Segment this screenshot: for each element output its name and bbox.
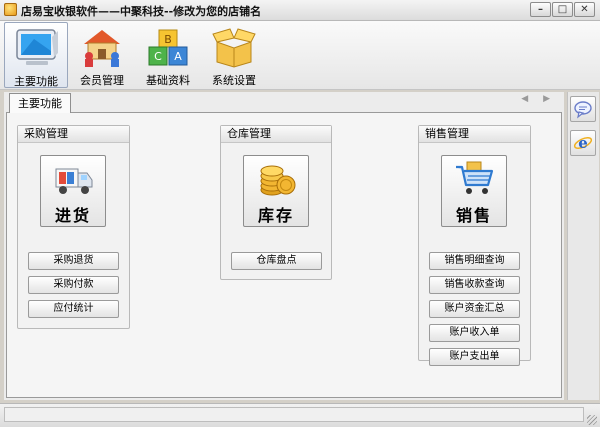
purchase-in-button[interactable]: 进货	[40, 155, 106, 227]
main-area: 主要功能 ◀ ▶ 采购管理 进货 采购退货 采购付款 应付统计 仓库管理 库存 …	[4, 92, 564, 400]
panel-title: 仓库管理	[221, 126, 331, 143]
status-bar	[0, 403, 600, 427]
inventory-button[interactable]: 库存	[243, 155, 309, 227]
sales-detail-query-button[interactable]: 销售明细查询	[429, 252, 520, 270]
window-title: 店易宝收银软件——中聚科技--修改为您的店铺名	[21, 5, 262, 18]
chat-bubble-icon	[574, 101, 592, 119]
stocktake-button[interactable]: 仓库盘点	[231, 252, 322, 270]
abc-blocks-icon: B C A	[148, 29, 188, 66]
gold-coins-icon	[260, 165, 296, 196]
purchase-panel: 采购管理 进货 采购退货 采购付款 应付统计	[17, 125, 130, 329]
minimize-button[interactable]: –	[530, 2, 551, 17]
toolbar-label: 系统设置	[212, 74, 256, 87]
tab-content: 采购管理 进货 采购退货 采购付款 应付统计 仓库管理 库存 仓库盘点 销售管理…	[6, 112, 562, 398]
payables-stats-button[interactable]: 应付统计	[28, 300, 119, 318]
open-box-icon	[212, 28, 256, 68]
account-expense-button[interactable]: 账户支出单	[429, 348, 520, 366]
sales-panel: 销售管理 销售 销售明细查询 销售收款查询 账户资金汇总 账户收入单 账户支出单	[418, 125, 531, 366]
shopping-cart-icon	[456, 161, 494, 194]
panel-title: 销售管理	[419, 126, 530, 143]
toolbar-label: 主要功能	[14, 75, 58, 88]
toolbar-main-functions[interactable]: 主要功能	[4, 22, 68, 88]
browser-button[interactable]: e	[570, 130, 596, 156]
title-bar: 店易宝收银软件——中聚科技--修改为您的店铺名 – □ ✕	[0, 0, 600, 21]
inventory-label: 库存	[257, 206, 294, 225]
warehouse-panel: 仓库管理 库存 仓库盘点	[220, 125, 332, 280]
toolbar-label: 基础资料	[146, 74, 190, 87]
maximize-button[interactable]: □	[552, 2, 573, 17]
app-icon	[4, 3, 17, 16]
monitor-icon	[16, 29, 58, 65]
purchase-return-button[interactable]: 采购退货	[28, 252, 119, 270]
svg-text:A: A	[174, 50, 182, 63]
right-sidebar: e	[567, 92, 599, 400]
purchase-payment-button[interactable]: 采购付款	[28, 276, 119, 294]
tab-scroll-arrows[interactable]: ◀ ▶	[521, 94, 556, 104]
account-income-button[interactable]: 账户收入单	[429, 324, 520, 342]
toolbar-basic-data[interactable]: B C A 基础资料	[136, 22, 200, 88]
sales-receipt-query-button[interactable]: 销售收款查询	[429, 276, 520, 294]
main-toolbar: 主要功能 会员管理 B C A 基础资料 系统设置	[0, 21, 600, 90]
toolbar-label: 会员管理	[80, 74, 124, 87]
close-button[interactable]: ✕	[574, 2, 595, 17]
sales-label: 销售	[455, 206, 492, 225]
svg-text:C: C	[154, 50, 162, 63]
purchase-in-label: 进货	[54, 206, 91, 225]
toolbar-member-management[interactable]: 会员管理	[70, 22, 134, 88]
internet-explorer-icon: e	[573, 134, 593, 152]
tab-main-functions[interactable]: 主要功能	[9, 93, 71, 113]
svg-text:e: e	[578, 134, 588, 152]
svg-text:B: B	[164, 33, 172, 46]
sales-button[interactable]: 销售	[441, 155, 507, 227]
house-people-icon	[84, 30, 120, 67]
toolbar-system-settings[interactable]: 系统设置	[202, 22, 266, 88]
status-field	[4, 407, 584, 422]
account-funds-summary-button[interactable]: 账户资金汇总	[429, 300, 520, 318]
resize-grip[interactable]	[587, 415, 597, 425]
panel-title: 采购管理	[18, 126, 129, 143]
chat-button[interactable]	[570, 96, 596, 122]
delivery-truck-icon	[55, 168, 93, 194]
